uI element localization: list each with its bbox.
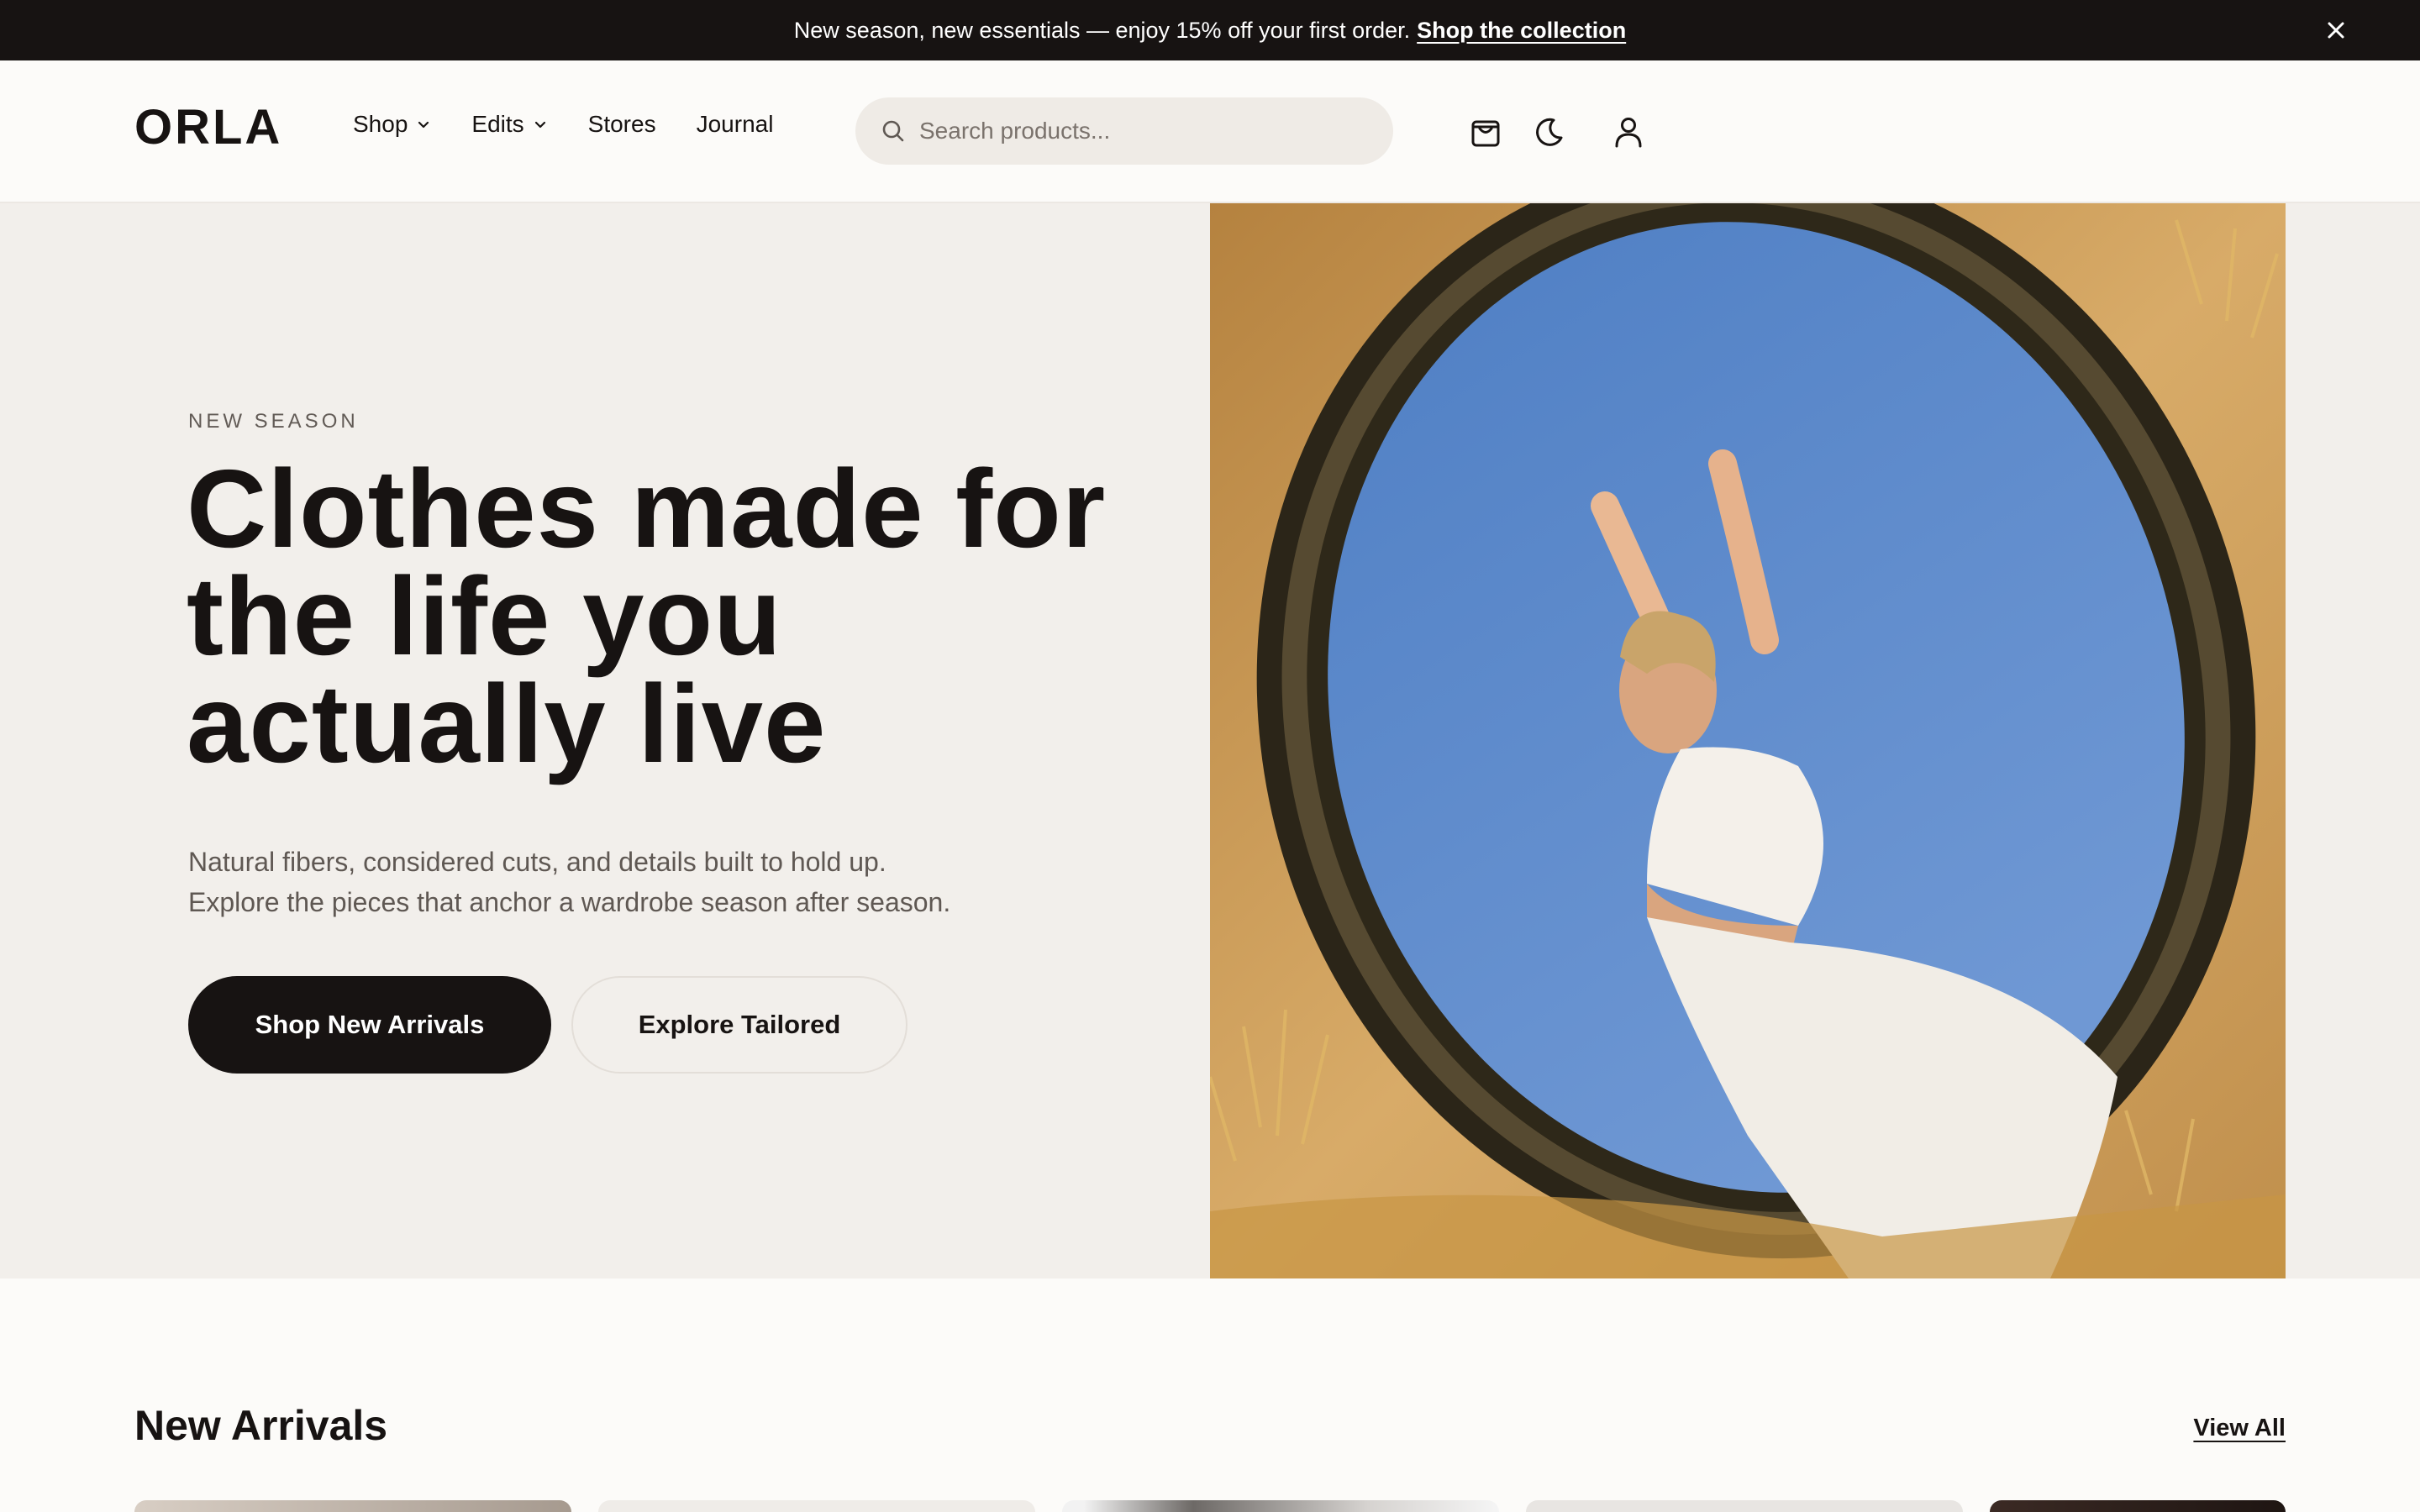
- hero-eyebrow: NEW SEASON: [188, 410, 359, 433]
- user-icon: [1615, 118, 1642, 148]
- product-card-thumbnail[interactable]: [134, 1500, 571, 1512]
- announcement-link[interactable]: Shop the collection: [1417, 18, 1626, 44]
- hero-subcopy-line: Natural fibers, considered cuts, and det…: [188, 847, 886, 877]
- hero-subcopy: Natural fibers, considered cuts, and det…: [188, 842, 1197, 922]
- explore-tailored-button[interactable]: Explore Tailored: [571, 976, 908, 1074]
- hero-headline: Clothes made for the life you actually l…: [187, 447, 1107, 785]
- hero-section: NEW SEASON Clothes made for the life you…: [0, 203, 2420, 1278]
- account-button[interactable]: [1609, 113, 1648, 151]
- announcement-message: New season, new essentials — enjoy 15% o…: [793, 17, 1411, 43]
- nav-item-stores[interactable]: Stores: [588, 111, 656, 138]
- nav-item-edits[interactable]: Edits: [471, 111, 547, 138]
- product-card-thumbnail[interactable]: [1526, 1500, 1963, 1512]
- chevron-down-icon: [418, 121, 429, 129]
- product-card-thumbnail[interactable]: [1062, 1500, 1499, 1512]
- nav-item-shop[interactable]: Shop: [353, 111, 431, 138]
- shopping-bag-icon: [1471, 120, 1500, 147]
- view-all-link[interactable]: View All: [2193, 1415, 2286, 1442]
- close-announcement-button[interactable]: [2319, 13, 2353, 47]
- main-nav: Shop Edits Stores Journal: [353, 111, 773, 138]
- close-icon: [2328, 22, 2344, 39]
- site-header: ORLA Shop Edits Stores Journal: [0, 60, 2420, 203]
- nav-item-label: Journal: [696, 111, 774, 137]
- brand-logo[interactable]: ORLA: [134, 99, 282, 155]
- moon-icon: [1536, 118, 1563, 146]
- new-arrivals-title: New Arrivals: [134, 1402, 388, 1449]
- shop-new-arrivals-button[interactable]: Shop New Arrivals: [188, 976, 551, 1074]
- search-icon: [882, 120, 904, 142]
- cart-button[interactable]: [1466, 113, 1505, 151]
- announcement-bar: New season, new essentials — enjoy 15% o…: [0, 0, 2420, 60]
- chevron-down-icon: [534, 121, 545, 129]
- nav-item-label: Shop: [353, 111, 408, 137]
- hero-subcopy-line: Explore the pieces that anchor a wardrob…: [188, 887, 951, 917]
- search-input[interactable]: [919, 118, 1356, 144]
- hero-photo-illustration: [1210, 203, 2286, 1278]
- nav-item-journal[interactable]: Journal: [697, 111, 774, 138]
- product-card-thumbnail[interactable]: [598, 1500, 1035, 1512]
- product-card-thumbnail[interactable]: [1990, 1500, 2286, 1512]
- search-bar: [855, 97, 1393, 165]
- nav-item-label: Edits: [471, 111, 524, 137]
- theme-toggle-button[interactable]: [1529, 113, 1568, 151]
- nav-item-label: Stores: [587, 111, 656, 137]
- hero-image: [1210, 203, 2286, 1278]
